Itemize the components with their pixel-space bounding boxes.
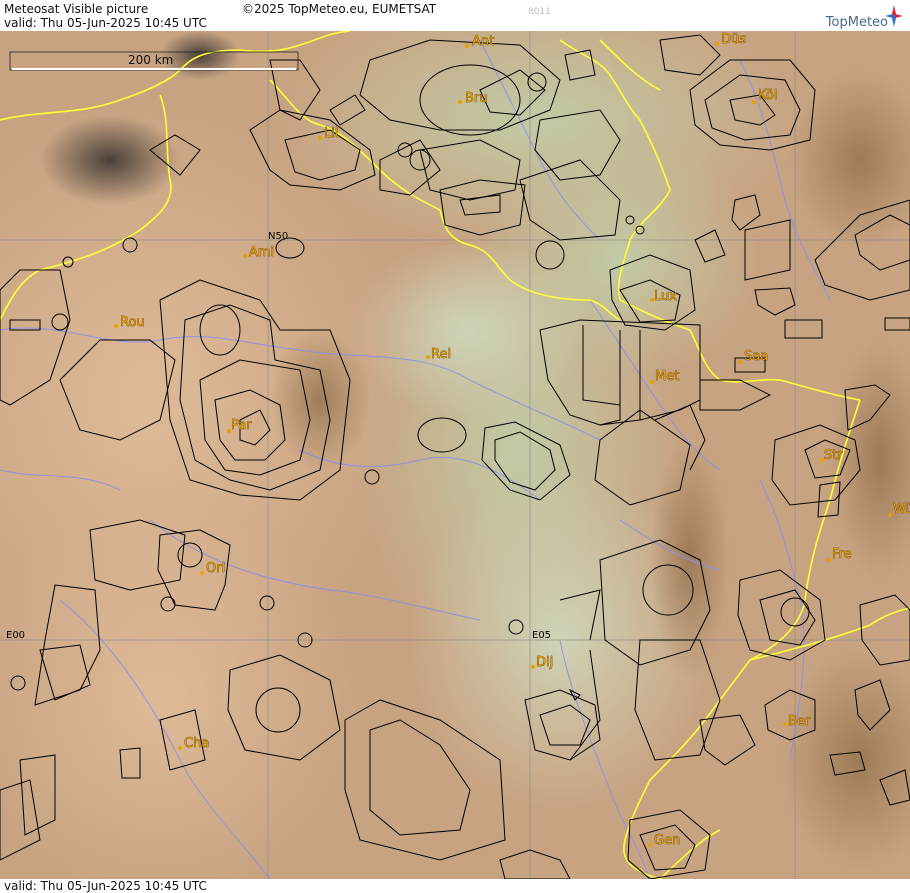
- map-canvas[interactable]: 200 km N50 E00 E05 Ant Düs Bru Köl Lil A…: [0, 31, 910, 879]
- grid-label-n50: N50: [268, 231, 288, 242]
- city-label-dus[interactable]: Düs: [721, 32, 747, 48]
- grid-label-e05: E05: [532, 630, 551, 641]
- map-header: Meteosat Visible picture ©2025 TopMeteo.…: [0, 0, 910, 31]
- city-label-fre[interactable]: Fre: [832, 547, 852, 563]
- map-footer: valid: Thu 05-Jun-2025 10:45 UTC: [0, 879, 910, 893]
- brand-logo-text: TopMeteo: [825, 15, 888, 30]
- city-label-str[interactable]: Str: [824, 448, 844, 464]
- city-label-saa[interactable]: Saa: [744, 349, 769, 365]
- city-label-orl[interactable]: Orl: [206, 561, 226, 577]
- footer-valid-time: valid: Thu 05-Jun-2025 10:45 UTC: [4, 879, 207, 893]
- city-label-lil[interactable]: Lil: [324, 126, 339, 142]
- city-label-wue[interactable]: Wü: [893, 502, 910, 518]
- city-label-ami[interactable]: Ami: [249, 245, 275, 261]
- valid-time: valid: Thu 05-Jun-2025 10:45 UTC: [4, 16, 207, 30]
- product-title: Meteosat Visible picture: [4, 2, 149, 16]
- satellite-map-view: Meteosat Visible picture ©2025 TopMeteo.…: [0, 0, 910, 893]
- city-label-cha[interactable]: Cha: [184, 736, 210, 752]
- city-label-rou[interactable]: Rou: [120, 315, 145, 331]
- city-label-ber[interactable]: Ber: [788, 714, 812, 730]
- copyright-notice: ©2025 TopMeteo.eu, EUMETSAT: [242, 2, 437, 16]
- city-label-lux[interactable]: Lux: [654, 289, 678, 305]
- city-label-rei[interactable]: Rei: [431, 347, 452, 363]
- city-label-dij[interactable]: Dij: [536, 655, 554, 671]
- tile-code: 8011: [528, 7, 551, 17]
- city-label-par[interactable]: Par: [231, 418, 253, 434]
- city-label-ant[interactable]: Ant: [472, 34, 495, 50]
- grid-label-e00: E00: [6, 630, 25, 641]
- city-label-met[interactable]: Met: [655, 369, 680, 385]
- scale-label: 200 km: [128, 53, 173, 67]
- city-label-kol[interactable]: Köl: [758, 88, 778, 104]
- city-label-gen[interactable]: Gen: [654, 833, 681, 849]
- compass-star-icon: [885, 5, 903, 27]
- city-label-bru[interactable]: Bru: [465, 91, 488, 107]
